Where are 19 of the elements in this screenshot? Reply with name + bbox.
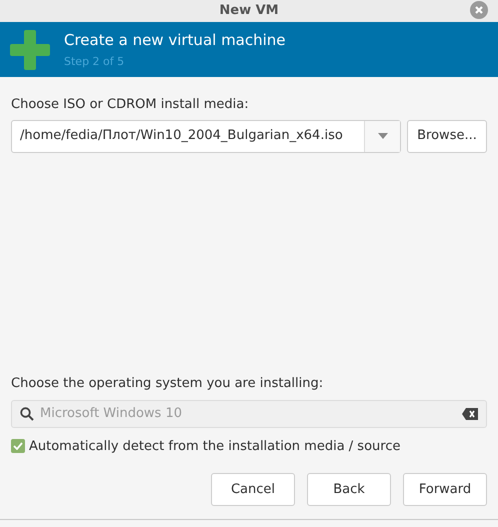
os-value: Microsoft Windows 10 — [40, 404, 183, 423]
media-path[interactable]: /home/fedia/Плот/Win10_2004_Bulgarian_x64.iso — [12, 120, 364, 152]
cancel-button[interactable]: Cancel — [211, 473, 295, 506]
step-indicator: Step 2 of 5 — [64, 54, 126, 68]
media-label: Choose ISO or CDROM install media: — [11, 96, 250, 114]
header-title: Create a new virtual machine — [64, 30, 286, 48]
back-button[interactable]: Back — [307, 473, 391, 506]
os-label: Choose the operating system you are installing: — [11, 375, 324, 393]
search-icon — [20, 406, 34, 420]
media-combo[interactable]: /home/fedia/Плот/Win10_2004_Bulgarian_x64.iso — [11, 120, 401, 152]
window-title: New VM — [219, 2, 279, 20]
browse-button[interactable]: Browse... — [407, 120, 487, 152]
forward-button[interactable]: Forward — [403, 473, 487, 506]
close-icon[interactable] — [470, 1, 488, 19]
autodetect-checkbox[interactable] — [11, 439, 25, 454]
dropdown-button[interactable] — [364, 120, 400, 152]
autodetect-label[interactable]: Automatically detect from the installation media / source — [29, 436, 400, 456]
caret-icon — [378, 133, 388, 139]
plus-icon — [10, 30, 50, 70]
